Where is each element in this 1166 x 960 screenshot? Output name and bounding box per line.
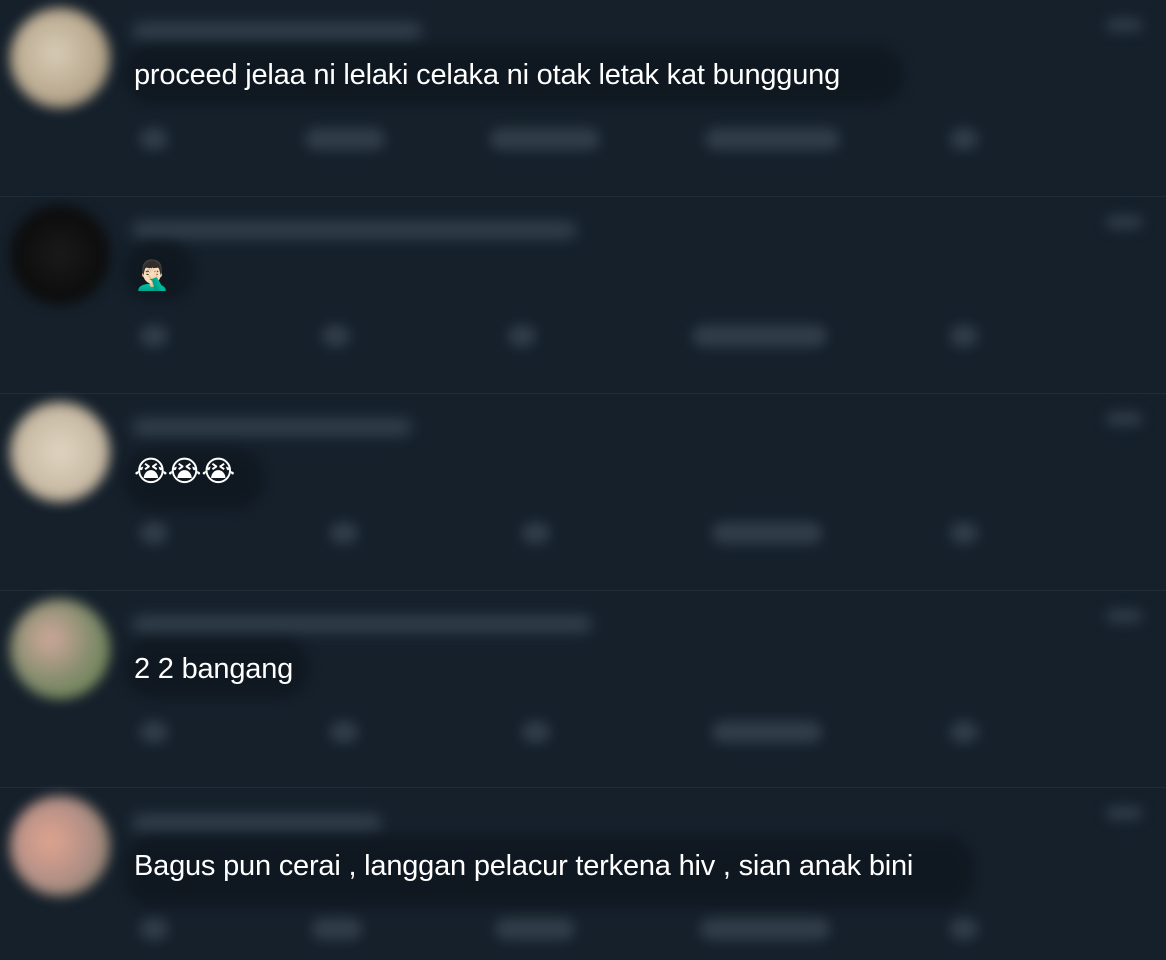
reply-text: 😭😭😭 bbox=[134, 454, 236, 488]
reply-item[interactable]: Bagus pun cerai , langgan pelacur terken… bbox=[0, 788, 1166, 960]
share-icon[interactable] bbox=[950, 128, 978, 150]
avatar[interactable] bbox=[10, 402, 110, 502]
like-icon[interactable] bbox=[522, 522, 550, 544]
retweet-icon[interactable] bbox=[330, 522, 358, 544]
more-icon[interactable] bbox=[1106, 806, 1142, 820]
like-icon[interactable] bbox=[490, 128, 600, 150]
share-icon[interactable] bbox=[950, 918, 978, 940]
share-icon[interactable] bbox=[950, 325, 978, 347]
reply-item[interactable]: 🤦🏻‍♂️ bbox=[0, 197, 1166, 394]
views-icon[interactable] bbox=[712, 522, 822, 544]
avatar[interactable] bbox=[10, 599, 110, 699]
author-name-blurred[interactable] bbox=[132, 814, 382, 832]
author-name-blurred[interactable] bbox=[132, 221, 577, 239]
reply-item[interactable]: 😭😭😭 bbox=[0, 394, 1166, 591]
reply-icon[interactable] bbox=[140, 325, 168, 347]
more-icon[interactable] bbox=[1106, 412, 1142, 426]
author-name-blurred[interactable] bbox=[132, 615, 592, 633]
more-icon[interactable] bbox=[1106, 18, 1142, 32]
retweet-icon[interactable] bbox=[322, 325, 350, 347]
reply-icon[interactable] bbox=[140, 128, 168, 150]
reply-item[interactable]: 2 2 bangang bbox=[0, 591, 1166, 788]
avatar[interactable] bbox=[10, 796, 110, 896]
more-icon[interactable] bbox=[1106, 609, 1142, 623]
views-icon[interactable] bbox=[705, 128, 840, 150]
share-icon[interactable] bbox=[950, 721, 978, 743]
share-icon[interactable] bbox=[950, 522, 978, 544]
reply-text: 🤦🏻‍♂️ bbox=[134, 258, 170, 292]
avatar[interactable] bbox=[10, 8, 110, 108]
views-icon[interactable] bbox=[712, 721, 822, 743]
reply-text: 2 2 bangang bbox=[134, 653, 294, 685]
like-icon[interactable] bbox=[508, 325, 536, 347]
reply-text: proceed jelaa ni lelaki celaka ni otak l… bbox=[134, 59, 841, 91]
like-icon[interactable] bbox=[495, 918, 575, 940]
views-icon[interactable] bbox=[700, 918, 830, 940]
like-icon[interactable] bbox=[522, 721, 550, 743]
retweet-icon[interactable] bbox=[312, 918, 362, 940]
reply-icon[interactable] bbox=[140, 721, 168, 743]
avatar[interactable] bbox=[10, 205, 110, 305]
author-name-blurred[interactable] bbox=[132, 22, 422, 40]
retweet-icon[interactable] bbox=[305, 128, 385, 150]
retweet-icon[interactable] bbox=[330, 721, 358, 743]
reply-text: Bagus pun cerai , langgan pelacur terken… bbox=[134, 850, 914, 882]
author-name-blurred[interactable] bbox=[132, 418, 412, 436]
reply-icon[interactable] bbox=[140, 522, 168, 544]
more-icon[interactable] bbox=[1106, 215, 1142, 229]
reply-icon[interactable] bbox=[140, 918, 168, 940]
reply-item[interactable]: proceed jelaa ni lelaki celaka ni otak l… bbox=[0, 0, 1166, 197]
views-icon[interactable] bbox=[692, 325, 827, 347]
